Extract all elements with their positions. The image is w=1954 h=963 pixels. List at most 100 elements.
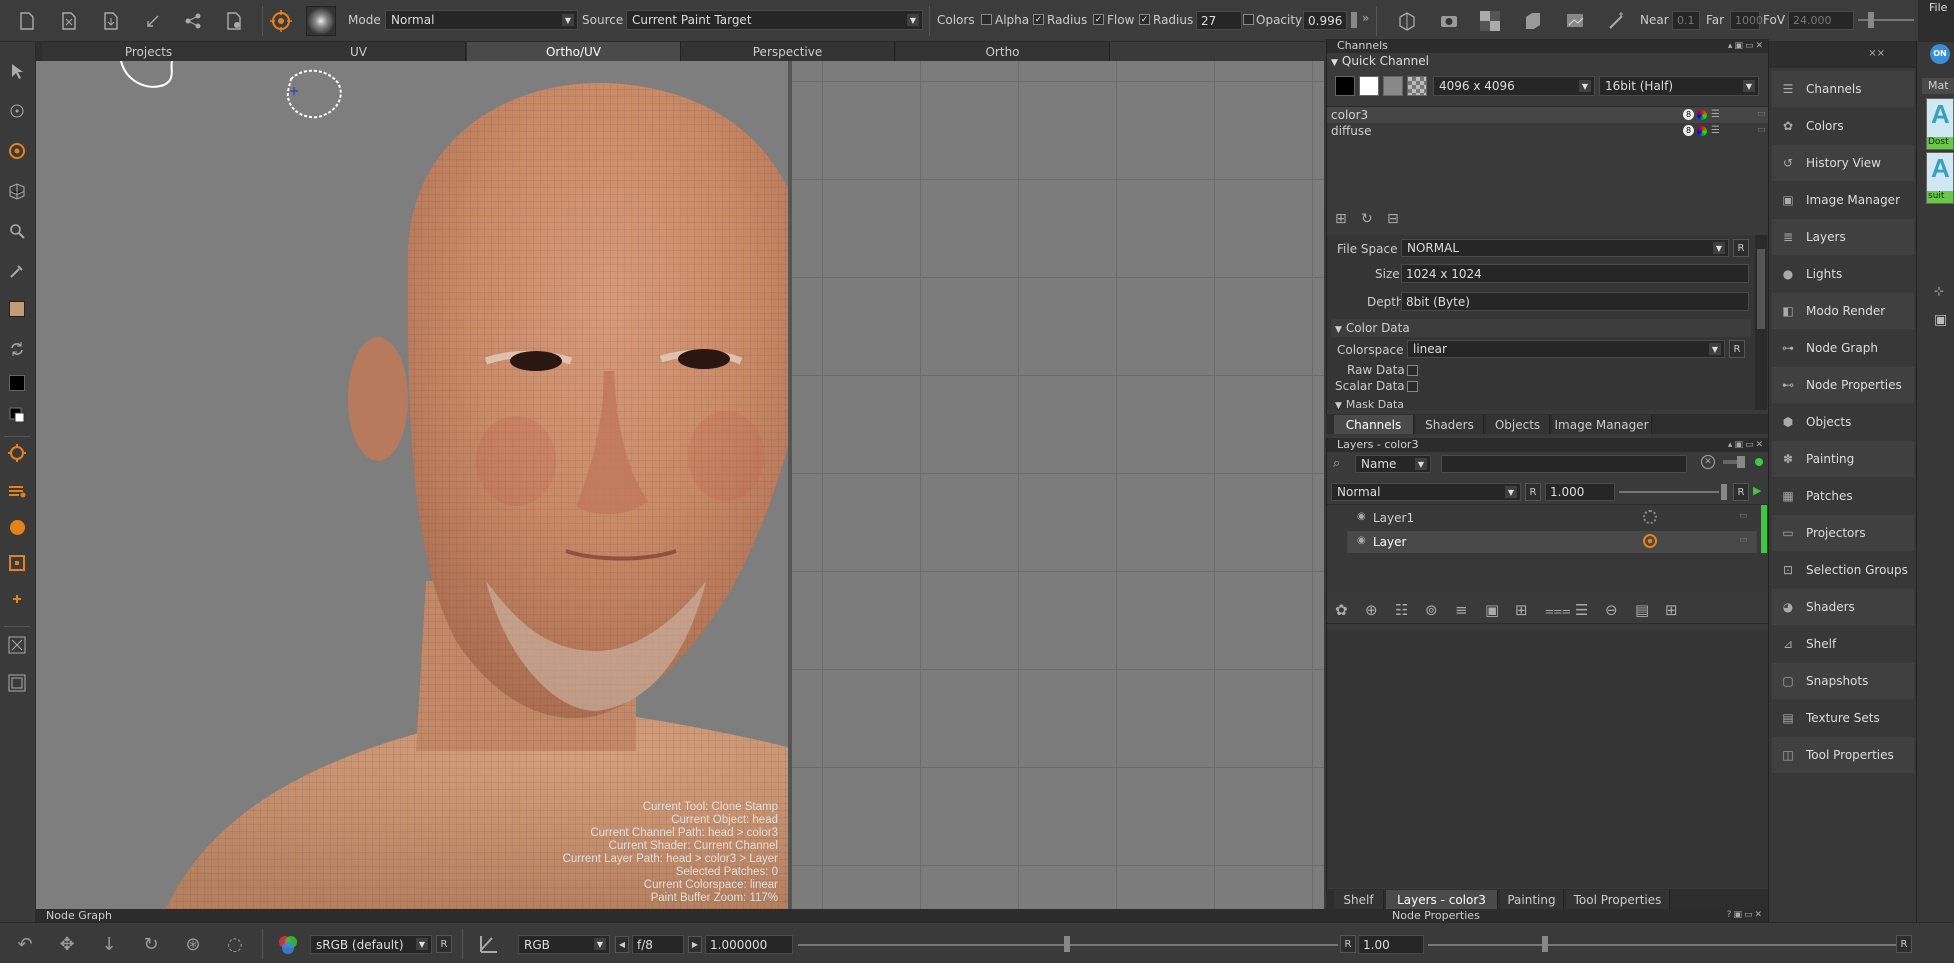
colorspace-reset-button[interactable]: R: [1729, 340, 1745, 358]
grid-icon[interactable]: ⊞: [1665, 601, 1678, 619]
lock-icon[interactable]: ▭: [1739, 511, 1748, 521]
folder-icon[interactable]: ▤: [1635, 601, 1649, 619]
lock-icon[interactable]: ▭: [1757, 125, 1766, 135]
tab-ortho-uv[interactable]: Ortho/UV: [467, 42, 681, 61]
viewport-3d[interactable]: Current Tool: Clone Stamp Current Object…: [36, 61, 988, 909]
tab-projects[interactable]: Projects: [42, 42, 256, 61]
tab-layers-color3[interactable]: Layers - color3: [1386, 890, 1498, 909]
color-swatch-bw[interactable]: [6, 404, 28, 426]
link-icon[interactable]: [142, 10, 164, 32]
source-dropdown[interactable]: Current Paint Target ▼: [626, 10, 923, 30]
lut-dropdown[interactable]: sRGB (default) ▼: [310, 935, 432, 954]
palette-objects[interactable]: ⬢ Objects: [1772, 404, 1914, 440]
camera-icon[interactable]: [1438, 10, 1460, 32]
gamma-reset-button[interactable]: R: [1896, 935, 1912, 953]
checker-icon[interactable]: [1478, 9, 1502, 33]
eye-icon[interactable]: ◉: [1357, 535, 1366, 546]
radius2-checkbox[interactable]: ✓: [1139, 14, 1150, 25]
add-channel-icon[interactable]: ⊞: [1335, 211, 1347, 227]
fov-slider-handle[interactable]: [1868, 12, 1874, 28]
transform-icon[interactable]: [6, 100, 28, 122]
palette-lights[interactable]: ● Lights: [1772, 256, 1914, 292]
swatch-gray[interactable]: [1383, 76, 1403, 96]
near-input[interactable]: 0.1: [1672, 11, 1700, 30]
box-shade-icon[interactable]: [1522, 10, 1544, 32]
size-prop-value[interactable]: 1024 x 1024: [1401, 264, 1749, 283]
layer-opacity-reset-button[interactable]: R: [1733, 483, 1749, 501]
remove-channel-icon[interactable]: ⊟: [1387, 211, 1399, 227]
layers-stack-icon[interactable]: [6, 480, 28, 502]
palette-history-view[interactable]: ↺ History View: [1772, 145, 1914, 181]
grid-cube-icon[interactable]: [6, 180, 28, 202]
tab-painting[interactable]: Painting: [1500, 890, 1564, 909]
cube-view-icon[interactable]: [1396, 10, 1418, 32]
material-thumb[interactable]: A Dost: [1926, 98, 1954, 150]
gamma-input[interactable]: 1.00: [1358, 935, 1424, 954]
panel-window-icons[interactable]: ▴▣▭✕: [1728, 438, 1765, 452]
far-input[interactable]: 1000: [1730, 11, 1763, 30]
dot-brush-icon[interactable]: [6, 516, 28, 538]
zoom-icon[interactable]: [6, 220, 28, 242]
palette-shaders[interactable]: ◕ Shaders: [1772, 589, 1914, 625]
opacity-checkbox[interactable]: [1243, 14, 1254, 25]
radius-checkbox[interactable]: ✓: [1033, 14, 1044, 25]
move-icon[interactable]: ✥: [56, 933, 78, 955]
add-paint-layer-icon[interactable]: ✿: [1335, 601, 1348, 619]
tab-shaders[interactable]: Shaders: [1416, 415, 1484, 434]
gain-slider-handle[interactable]: [1064, 936, 1070, 952]
radius-input[interactable]: 27: [1196, 11, 1242, 30]
mask-data-header[interactable]: ▼ Mask Data: [1331, 397, 1751, 410]
palette-snapshots[interactable]: ▢ Snapshots: [1772, 663, 1914, 699]
lut-reset-button[interactable]: R: [436, 935, 452, 953]
palette-shelf[interactable]: ⊿ Shelf: [1772, 626, 1914, 662]
tab-perspective[interactable]: Perspective: [681, 42, 895, 61]
channel-view-dropdown[interactable]: RGB ▼: [518, 935, 610, 954]
layer-opacity-track[interactable]: [1619, 491, 1719, 493]
swatch-white[interactable]: [1359, 76, 1379, 96]
uv-grid[interactable]: [792, 61, 988, 909]
add-layer-icon[interactable]: ⊕: [1365, 601, 1378, 619]
palette-node-properties[interactable]: ⊷ Node Properties: [1772, 367, 1914, 403]
add-procedural-icon[interactable]: ⊚: [1425, 601, 1438, 619]
add-image-icon[interactable]: ▣: [1485, 601, 1499, 619]
blend-mode-dropdown[interactable]: Normal ▼: [1331, 483, 1521, 501]
down-arrow-icon[interactable]: ↓: [98, 933, 120, 955]
panel-window-icons[interactable]: ?▣▭✕: [1727, 909, 1764, 922]
material-thumb[interactable]: A suit: [1926, 152, 1954, 204]
channel-size-dropdown[interactable]: 4096 x 4096 ▼: [1433, 76, 1595, 96]
undo-icon[interactable]: ↶: [14, 933, 36, 955]
palette-projectors[interactable]: ▭ Projectors: [1772, 515, 1914, 551]
fov-slider-track[interactable]: [1858, 19, 1914, 21]
alpha-checkbox[interactable]: [981, 14, 992, 25]
merge-icon[interactable]: ⩶: [1545, 601, 1571, 619]
rotate-icon[interactable]: ↻: [140, 933, 162, 955]
palette-selection-groups[interactable]: ⊡ Selection Groups: [1772, 552, 1914, 588]
add-group-icon[interactable]: ⊞: [1515, 601, 1528, 619]
palette-channels[interactable]: ☰ Channels: [1772, 71, 1914, 107]
channel-depth-dropdown[interactable]: 16bit (Half) ▼: [1599, 76, 1759, 96]
dotted-circle-icon[interactable]: ◌: [224, 933, 246, 955]
frame-icon[interactable]: [6, 672, 28, 694]
blend-reset-button[interactable]: R: [1525, 483, 1541, 501]
color-swatch-black[interactable]: [6, 372, 28, 394]
scale-icon[interactable]: ⊛: [182, 933, 204, 955]
palette-layers[interactable]: ≣ Layers: [1772, 219, 1914, 255]
channel-row[interactable]: color3 8 ☰ ▭: [1327, 107, 1769, 123]
package-icon[interactable]: ▣: [1934, 312, 1947, 328]
layer-opacity-input[interactable]: 1.000: [1545, 483, 1615, 501]
palette-colors[interactable]: ✿ Colors: [1772, 108, 1914, 144]
paint-tool-icon[interactable]: [6, 140, 28, 162]
eyedropper-icon[interactable]: [6, 260, 28, 282]
add-adjust-icon[interactable]: ☷: [1395, 601, 1408, 619]
channel-menu-icon[interactable]: ☰: [1711, 125, 1720, 136]
gain-input[interactable]: 1.000000: [705, 935, 793, 954]
gamma-slider-track[interactable]: [1428, 944, 1898, 946]
rgb-venn-icon[interactable]: [276, 933, 300, 957]
far-right-tab[interactable]: Mat: [1922, 78, 1954, 94]
lock-icon[interactable]: ▭: [1739, 535, 1748, 545]
wand-icon[interactable]: [1606, 10, 1628, 32]
clear-search-icon[interactable]: ✕: [1701, 455, 1715, 469]
add-mask-icon[interactable]: ≡: [1455, 601, 1468, 619]
props-scrollbar[interactable]: [1755, 235, 1767, 410]
settings-file-icon[interactable]: [224, 10, 246, 32]
